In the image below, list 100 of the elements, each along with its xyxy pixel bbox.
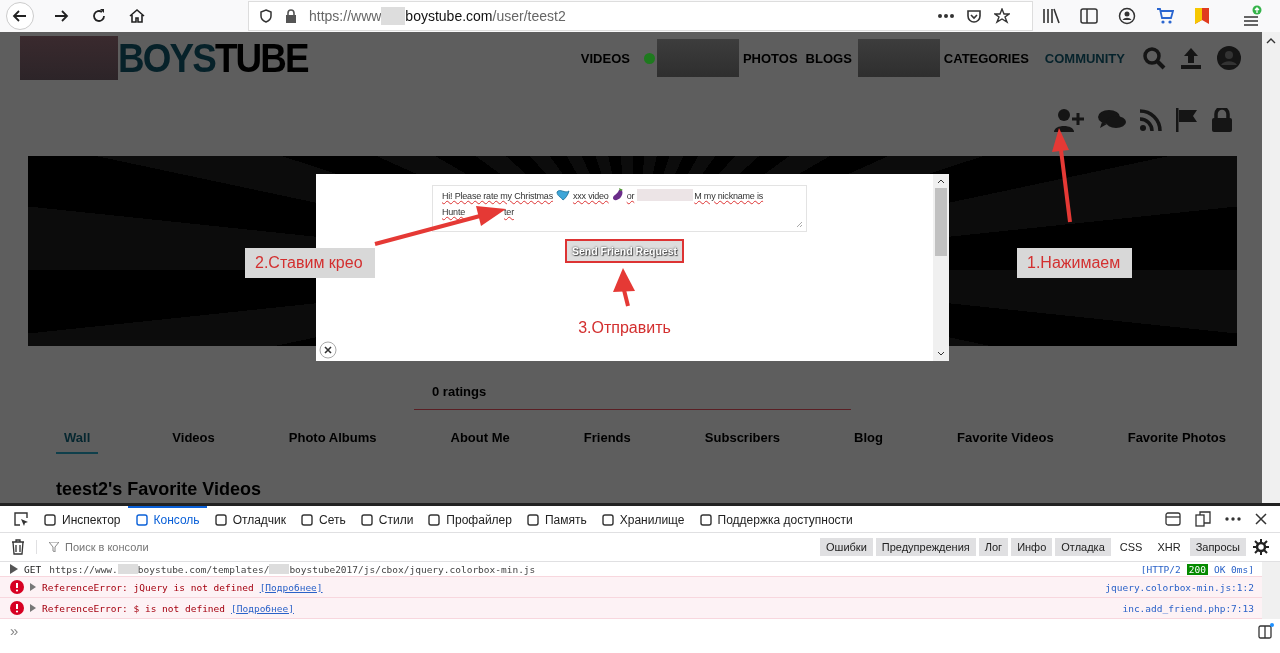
annotation-label: 2.Ставим крео [245, 248, 375, 278]
resize-grip-icon[interactable] [796, 221, 803, 228]
annotation-arrow [613, 268, 635, 307]
message-text: xxx video [572, 191, 609, 201]
profile-tab[interactable]: Videos [172, 430, 215, 454]
close-icon[interactable] [319, 341, 337, 359]
menu-icon[interactable] [1242, 5, 1262, 27]
scrollbar[interactable] [1262, 32, 1280, 503]
protocol-text: [HTTP/2 [1140, 563, 1181, 575]
expand-arrow-icon[interactable] [10, 564, 18, 574]
caret-up-icon[interactable] [1266, 38, 1276, 44]
account-icon[interactable] [1118, 7, 1136, 25]
scrollbar[interactable] [1262, 562, 1280, 619]
profile-tab[interactable]: Blog [854, 430, 883, 454]
message-text: or [626, 191, 635, 201]
back-button[interactable] [6, 2, 34, 30]
console-prompt[interactable]: » [10, 622, 19, 639]
library-icon[interactable] [1042, 8, 1060, 24]
sidebar-toggle-icon[interactable] [1258, 622, 1274, 639]
flag-icon[interactable] [1176, 108, 1198, 132]
user-icon[interactable] [1216, 45, 1242, 71]
filter-toggle[interactable]: XHR [1151, 538, 1187, 556]
settings-icon[interactable] [1253, 539, 1269, 555]
search-icon[interactable] [1142, 46, 1166, 70]
profile-tab[interactable]: Favorite Photos [1127, 430, 1226, 454]
lock-icon[interactable] [1212, 108, 1232, 132]
url-text: https://www [309, 8, 382, 24]
send-friend-request-button[interactable]: Send Friend Request [565, 239, 684, 263]
error-icon [10, 580, 24, 594]
flag-icon[interactable] [1194, 7, 1210, 25]
nav-link[interactable]: CATEGORIES [943, 50, 1029, 66]
expand-arrow-icon[interactable] [30, 604, 36, 612]
scrollbar[interactable] [933, 174, 949, 361]
cart-icon[interactable] [1156, 7, 1174, 25]
profile-tab[interactable]: About Me [450, 430, 510, 454]
devtools-tab[interactable]: Профайлер [420, 506, 519, 532]
filter-toggle[interactable]: CSS [1113, 538, 1149, 556]
upload-icon[interactable] [1179, 46, 1203, 70]
nav-link[interactable]: PHOTOS [742, 50, 798, 66]
filter-toggle[interactable]: Предупреждения [875, 538, 976, 556]
source-link[interactable]: jquery.colorbox-min.js:1:2 [1105, 581, 1254, 593]
pocket-icon[interactable] [966, 8, 982, 24]
filter-toggle[interactable]: Инфо [1011, 538, 1053, 556]
request-url: boystube.com/templates/ [137, 563, 270, 575]
rss-icon[interactable] [1140, 109, 1162, 131]
more-icon[interactable] [1225, 517, 1241, 521]
filter-toggle[interactable]: Ошибки [820, 538, 873, 556]
devtools-tab[interactable]: Память [518, 506, 594, 532]
learn-more-link[interactable]: [Подробнее] [259, 581, 323, 593]
devtools-tab[interactable]: Отладчик [206, 506, 294, 532]
caret-up-icon[interactable] [937, 179, 945, 184]
source-link[interactable]: inc.add_friend.php:7:13 [1122, 602, 1254, 614]
message-textarea[interactable]: Hi! Please rate my Christmas xxx video or M my nickname is Hunte ter [432, 185, 807, 232]
devtools-tab[interactable]: Хранилище [593, 506, 692, 532]
filter-toggle[interactable]: Запросы [1189, 538, 1246, 556]
trash-icon[interactable] [11, 539, 25, 555]
lock-icon [285, 9, 297, 23]
square-icon [359, 513, 374, 527]
caret-down-icon[interactable] [937, 351, 945, 356]
nav-link[interactable]: BLOGS [805, 50, 852, 66]
star-icon[interactable] [994, 8, 1010, 24]
chat-icon[interactable] [1098, 109, 1126, 131]
devtools-tab[interactable]: Поддержка доступности [691, 506, 860, 532]
request-method: GET [24, 563, 42, 575]
more-icon[interactable] [938, 13, 954, 19]
separate-window-icon[interactable] [1195, 511, 1211, 527]
filter-toggle[interactable]: Лог [978, 538, 1009, 556]
square-icon [600, 513, 615, 527]
home-icon[interactable] [128, 7, 146, 25]
add-friend-icon[interactable] [1054, 108, 1084, 132]
blurred-block [117, 564, 138, 574]
profile-tab[interactable]: Photo Albums [288, 430, 377, 454]
devtools-tab[interactable]: Стили [352, 506, 421, 532]
filter-toggle[interactable]: Отладка [1055, 538, 1111, 556]
expand-arrow-icon[interactable] [30, 583, 36, 591]
devtools-tab[interactable]: Сеть [293, 506, 353, 532]
sidebar-icon[interactable] [1080, 8, 1098, 24]
profile-tab[interactable]: Subscribers [704, 430, 780, 454]
devtools-tab[interactable]: Инспектор [36, 506, 128, 532]
address-bar[interactable]: https://www boystube.com/user/teest2 [248, 1, 1033, 31]
error-icon [10, 601, 24, 615]
square-icon [698, 513, 713, 527]
dock-icon[interactable] [1165, 512, 1181, 526]
message-text: M my nickname is [694, 191, 764, 201]
profile-tab[interactable]: Favorite Videos [957, 430, 1054, 454]
close-icon[interactable] [1255, 513, 1267, 525]
section-heading: teest2's Favorite Videos [56, 479, 263, 500]
annotation-label: 1.Нажимаем [1017, 248, 1133, 278]
devtools-tab[interactable]: Консоль [127, 506, 207, 532]
square-icon [427, 513, 442, 527]
timing-text: OK 0ms] [1213, 563, 1254, 575]
profile-tab[interactable]: Friends [583, 430, 631, 454]
element-picker-icon[interactable] [13, 511, 29, 527]
reload-icon[interactable] [90, 7, 108, 25]
filter-icon [49, 542, 59, 552]
learn-more-link[interactable]: [Подробнее] [231, 602, 294, 614]
nav-link[interactable]: VIDEOS [580, 50, 630, 66]
square-icon [525, 513, 540, 527]
site-logo[interactable]: BOYSTUBE [118, 35, 308, 81]
ratings-text: 0 ratings [432, 384, 488, 399]
